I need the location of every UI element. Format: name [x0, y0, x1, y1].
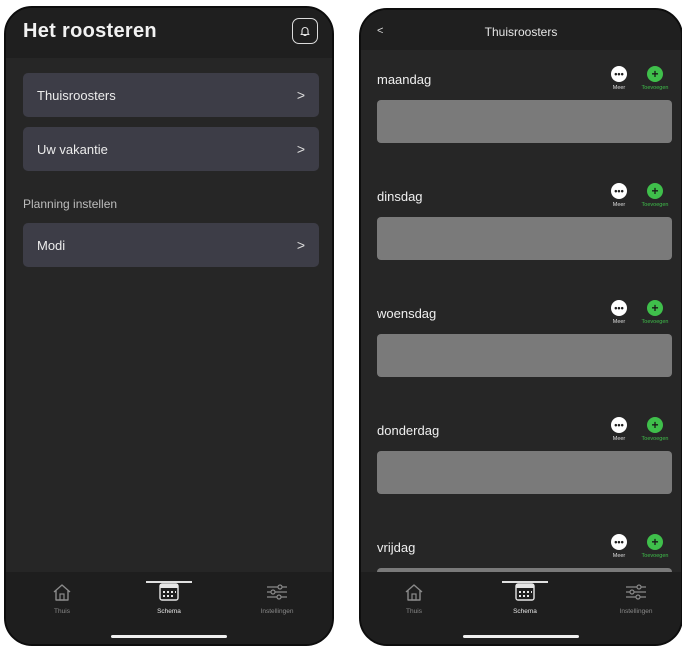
- day-name: vrijdag: [377, 540, 416, 555]
- add-label: Toevoegen: [641, 202, 669, 208]
- add-button[interactable]: + Toevoegen: [637, 417, 673, 442]
- tab-label: Instellingen: [619, 608, 653, 615]
- schedule-slot[interactable]: [377, 217, 672, 260]
- more-button[interactable]: ••• Meer: [601, 534, 637, 559]
- plus-icon: +: [647, 183, 663, 199]
- chevron-right-icon: >: [296, 87, 305, 103]
- section-heading: Planning instellen: [23, 197, 118, 211]
- page-title: Thuisroosters: [484, 25, 558, 39]
- more-button[interactable]: ••• Meer: [601, 66, 637, 91]
- plus-icon: +: [647, 66, 663, 82]
- more-icon: •••: [611, 183, 627, 199]
- add-button[interactable]: + Toevoegen: [637, 300, 673, 325]
- day-name: dinsdag: [377, 189, 423, 204]
- add-label: Toevoegen: [641, 85, 669, 91]
- tab-label: Schema: [157, 608, 181, 615]
- menu-item-uw-vakantie[interactable]: Uw vakantie >: [23, 127, 319, 171]
- more-icon: •••: [611, 417, 627, 433]
- more-button[interactable]: ••• Meer: [601, 183, 637, 208]
- tab-schema[interactable]: Schema: [490, 581, 560, 615]
- chevron-right-icon: >: [296, 237, 305, 253]
- day-row-vrijdag: vrijdag ••• Meer + Toevoegen: [361, 534, 681, 611]
- day-row-dinsdag: dinsdag ••• Meer + Toevoegen: [361, 183, 681, 273]
- menu-item-label: Thuisroosters: [37, 87, 116, 103]
- plus-icon: +: [647, 300, 663, 316]
- more-label: Meer: [612, 553, 626, 559]
- more-icon: •••: [611, 534, 627, 550]
- menu-item-label: Uw vakantie: [37, 141, 108, 157]
- tab-instellingen[interactable]: Instellingen: [601, 582, 671, 615]
- day-row-maandag: maandag ••• Meer + Toevoegen: [361, 66, 681, 156]
- schedule-slot[interactable]: [377, 334, 672, 377]
- calendar-icon: [159, 583, 179, 601]
- home-indicator: [111, 635, 227, 638]
- menu-item-modi[interactable]: Modi >: [23, 223, 319, 267]
- add-button[interactable]: + Toevoegen: [637, 534, 673, 559]
- day-row-donderdag: donderdag ••• Meer + Toevoegen: [361, 417, 681, 507]
- tab-bar: Thuis Schema Instellingen: [6, 572, 332, 644]
- phone-schedule-screen: Het roosteren Thuisroosters > Uw vakanti…: [4, 6, 334, 646]
- active-tab-indicator: [146, 581, 192, 583]
- active-tab-indicator: [502, 581, 548, 583]
- more-button[interactable]: ••• Meer: [601, 300, 637, 325]
- day-name: woensdag: [377, 306, 437, 321]
- tab-thuis[interactable]: Thuis: [379, 582, 449, 615]
- sliders-icon: [267, 584, 287, 600]
- tab-bar: Thuis Schema Instellingen: [361, 572, 681, 644]
- add-button[interactable]: + Toevoegen: [637, 183, 673, 208]
- day-name: donderdag: [377, 423, 440, 438]
- bell-icon: [300, 27, 310, 37]
- more-label: Meer: [612, 436, 626, 442]
- home-icon: [405, 584, 423, 601]
- phone-home-schedules-screen: < Thuisroosters maandag ••• Meer + Toevo…: [359, 8, 682, 646]
- add-label: Toevoegen: [641, 319, 669, 325]
- menu-item-thuisroosters[interactable]: Thuisroosters >: [23, 73, 319, 117]
- schedule-slot[interactable]: [377, 100, 672, 143]
- schedule-slot[interactable]: [377, 451, 672, 494]
- more-label: Meer: [612, 202, 626, 208]
- add-label: Toevoegen: [641, 436, 669, 442]
- add-label: Toevoegen: [641, 553, 669, 559]
- tab-label: Thuis: [406, 608, 422, 615]
- plus-icon: +: [647, 417, 663, 433]
- more-label: Meer: [612, 85, 626, 91]
- home-icon: [53, 584, 71, 601]
- page-title: Het roosteren: [23, 20, 157, 42]
- sliders-icon: [626, 584, 646, 600]
- day-row-woensdag: woensdag ••• Meer + Toevoegen: [361, 300, 681, 390]
- more-label: Meer: [612, 319, 626, 325]
- header: < Thuisroosters: [361, 10, 681, 50]
- notifications-button[interactable]: [292, 18, 318, 44]
- home-indicator: [463, 635, 579, 638]
- plus-icon: +: [647, 534, 663, 550]
- chevron-right-icon: >: [296, 141, 305, 157]
- tab-label: Schema: [513, 608, 537, 615]
- more-button[interactable]: ••• Meer: [601, 417, 637, 442]
- more-icon: •••: [611, 300, 627, 316]
- tab-instellingen[interactable]: Instellingen: [242, 582, 312, 615]
- tab-schema[interactable]: Schema: [134, 581, 204, 615]
- menu-item-label: Modi: [37, 237, 66, 253]
- tab-thuis[interactable]: Thuis: [27, 582, 97, 615]
- more-icon: •••: [611, 66, 627, 82]
- day-name: maandag: [377, 72, 432, 87]
- tab-label: Instellingen: [260, 608, 294, 615]
- header: Het roosteren: [6, 8, 332, 58]
- calendar-icon: [515, 583, 535, 601]
- add-button[interactable]: + Toevoegen: [637, 66, 673, 91]
- tab-label: Thuis: [54, 608, 70, 615]
